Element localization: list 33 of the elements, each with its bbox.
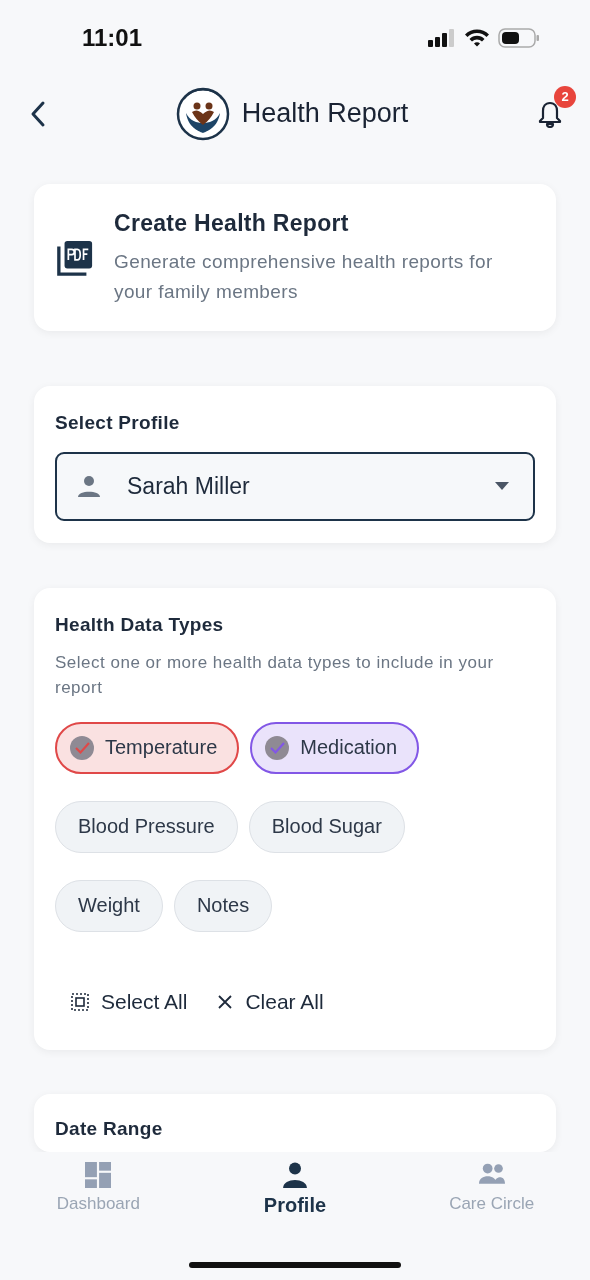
notification-badge: 2: [554, 85, 576, 108]
data-type-chip[interactable]: Notes: [173, 879, 273, 932]
battery-icon: [498, 27, 540, 48]
status-time: 11:01: [82, 23, 143, 52]
signal-icon: [428, 28, 456, 47]
nav-tab[interactable]: Profile: [215, 1152, 375, 1230]
section-label: Select Profile: [55, 411, 181, 434]
check-icon: [264, 734, 291, 761]
data-type-chip[interactable]: Blood Sugar: [248, 800, 405, 853]
dashboard-icon: [85, 1162, 112, 1188]
wifi-icon: [464, 28, 490, 48]
select-all-icon: [71, 992, 89, 1011]
section-label: Date Range: [55, 1117, 164, 1140]
check-icon: [69, 734, 95, 761]
select-all-button[interactable]: Select All: [71, 983, 188, 1020]
data-type-chip[interactable]: Weight: [55, 879, 163, 932]
logo-icon: [175, 86, 230, 141]
data-type-chip[interactable]: Medication: [250, 721, 419, 774]
person-icon: [77, 474, 101, 499]
card-description: Generate comprehensive health reports for your family members: [114, 249, 494, 304]
notification-bell-icon[interactable]: [536, 99, 564, 128]
section-label: Health Data Types: [55, 613, 225, 636]
dropdown-caret-icon: [495, 482, 509, 491]
close-icon: [217, 993, 234, 1010]
hint-text: Select one or more health data types to include in your report: [55, 651, 495, 699]
pdf-icon: [56, 238, 94, 279]
person-icon: [282, 1162, 308, 1188]
card-title: Create Health Report: [114, 209, 350, 237]
clear-all-button[interactable]: Clear All: [217, 983, 324, 1020]
profile-dropdown[interactable]: Sarah Miller: [55, 451, 535, 521]
data-type-chip[interactable]: Temperature: [55, 721, 240, 774]
page-title: Health Report: [241, 98, 409, 130]
data-type-chip[interactable]: Blood Pressure: [55, 800, 238, 853]
